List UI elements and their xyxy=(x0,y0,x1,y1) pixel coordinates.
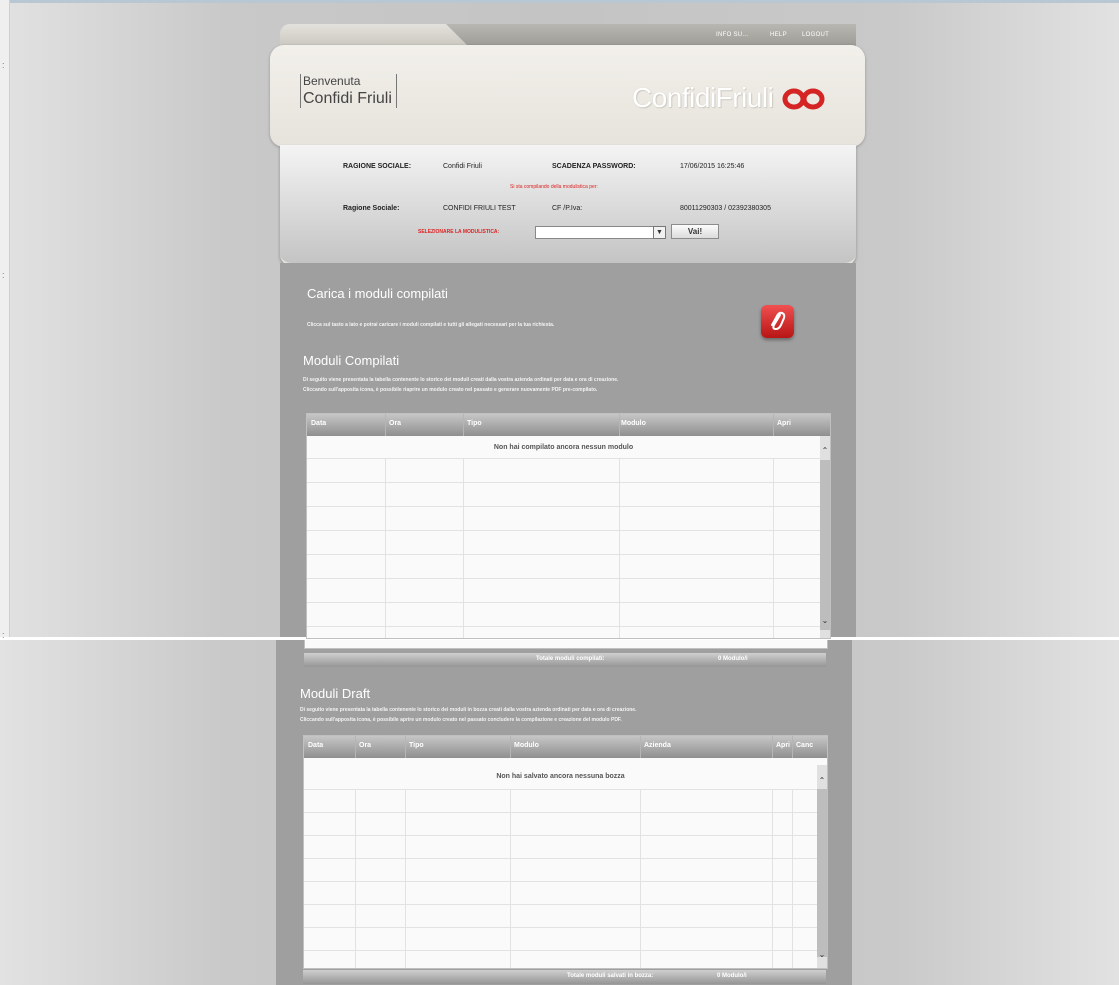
window-top-edge xyxy=(0,0,1119,3)
compilati-table-header: Data Ora Tipo Modulo Apri xyxy=(307,414,830,436)
draft-scrollbar[interactable]: ⌃ ⌄ xyxy=(817,765,827,968)
col-canc[interactable]: Canc xyxy=(796,742,813,749)
cf-piva-label: CF /P.Iva: xyxy=(552,205,583,212)
draft-text-2: Cliccando sull'apposita icona, è possibi… xyxy=(300,717,622,723)
compiling-notice: Si sta compilando della modulistica per: xyxy=(510,184,598,190)
draft-footer: Totale moduli salvati in bozza: 0 Modulo… xyxy=(303,970,826,984)
scroll-down-icon[interactable]: ⌄ xyxy=(817,950,827,959)
col-apri[interactable]: Apri xyxy=(776,742,790,749)
scadenza-password-value: 17/06/2015 16:25:46 xyxy=(680,163,745,170)
select-modulistica-label: SELEZIONARE LA MODULISTICA: xyxy=(418,229,500,235)
compilati-text-2: Cliccando sull'apposita icona, è possibi… xyxy=(303,387,598,393)
nav-help-link[interactable]: HELP xyxy=(770,32,787,38)
draft-total-label: Totale moduli salvati in bozza: xyxy=(567,973,654,979)
draft-total-value: 0 Modulo/i xyxy=(717,973,747,979)
draft-text-1: Di seguito viene presentata la tabella c… xyxy=(300,707,637,713)
col-ora[interactable]: Ora xyxy=(359,742,371,749)
cf-piva-value: 80011290303 / 02392380305 xyxy=(680,205,771,212)
welcome-box: Benvenuta Confidi Friuli xyxy=(300,74,397,108)
col-azienda[interactable]: Azienda xyxy=(644,742,671,749)
modulistica-select[interactable] xyxy=(535,226,655,239)
draft-title: Moduli Draft xyxy=(300,686,371,701)
scroll-up-icon[interactable]: ⌃ xyxy=(817,776,827,785)
welcome-name: Confidi Friuli xyxy=(303,90,392,107)
welcome-greeting: Benvenuta xyxy=(303,74,361,88)
logo-infinity-icon xyxy=(782,88,825,110)
ragione-sociale-2-label: Ragione Sociale: xyxy=(343,205,400,212)
compilati-scrollbar[interactable]: ⌃ ⌄ xyxy=(820,436,830,638)
scroll-down-icon[interactable]: ⌄ xyxy=(820,616,830,625)
compilati-table: Data Ora Tipo Modulo Apri Non hai compil… xyxy=(306,413,831,639)
compilati-table-tail xyxy=(304,640,828,649)
upload-description: Clicca sul tasto a lato e potrai caricar… xyxy=(307,322,555,328)
scroll-up-icon[interactable]: ⌃ xyxy=(820,446,830,455)
col-tipo[interactable]: Tipo xyxy=(409,742,424,749)
scadenza-password-label: SCADENZA PASSWORD: xyxy=(552,163,636,170)
draft-table: Data Ora Tipo Modulo Azienda Apri Canc N… xyxy=(303,735,828,969)
col-data[interactable]: Data xyxy=(311,420,326,427)
paperclip-icon xyxy=(771,311,786,331)
col-ora[interactable]: Ora xyxy=(389,420,401,427)
col-modulo[interactable]: Modulo xyxy=(621,420,646,427)
col-modulo[interactable]: Modulo xyxy=(514,742,539,749)
col-data[interactable]: Data xyxy=(308,742,323,749)
nav-info-link[interactable]: INFO SU... xyxy=(716,32,748,38)
col-tipo[interactable]: Tipo xyxy=(467,420,482,427)
ragione-sociale-2-value: CONFIDI FRIULI TEST xyxy=(443,205,516,212)
draft-empty-message: Non hai salvato ancora nessuna bozza xyxy=(496,773,625,780)
compilati-total-label: Totale moduli compilati: xyxy=(536,656,605,662)
col-apri[interactable]: Apri xyxy=(777,420,791,427)
compilati-footer: Totale moduli compilati: 0 Modulo/i xyxy=(304,653,826,667)
upload-button[interactable] xyxy=(761,305,794,338)
left-edge-strip: ::: xyxy=(0,0,10,640)
compilati-empty-message: Non hai compilato ancora nessun modulo xyxy=(493,444,634,451)
nav-logout-link[interactable]: LOGOUT xyxy=(802,32,829,38)
draft-table-header: Data Ora Tipo Modulo Azienda Apri Canc xyxy=(304,736,827,758)
compilati-text-1: Di seguito viene presentata la tabella c… xyxy=(303,377,619,383)
top-nav-links-area xyxy=(446,24,856,46)
upload-title: Carica i moduli compilati xyxy=(307,286,448,301)
brand-logo-text: ConfidiFriuli xyxy=(632,82,774,113)
ragione-sociale-label: RAGIONE SOCIALE: xyxy=(343,163,412,170)
chevron-down-icon[interactable]: ▼ xyxy=(653,226,666,239)
compilati-total-value: 0 Modulo/i xyxy=(718,656,748,662)
compilati-title: Moduli Compilati xyxy=(303,353,400,368)
vai-button[interactable]: Vai! xyxy=(671,224,719,239)
ragione-sociale-value: Confidi Friuli xyxy=(443,163,482,170)
